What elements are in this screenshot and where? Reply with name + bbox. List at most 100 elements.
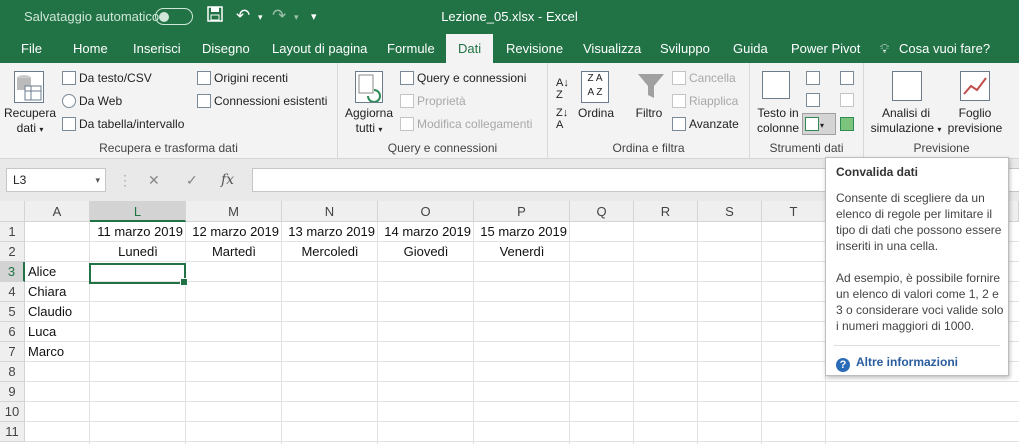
tooltip-paragraph-1: Consente di scegliere da un elenco di re… bbox=[836, 191, 1002, 253]
column-header-n[interactable]: N bbox=[282, 201, 378, 222]
row-header-9[interactable]: 9 bbox=[0, 382, 25, 402]
cell-n1[interactable]: 13 marzo 2019 bbox=[282, 222, 375, 242]
tab-help[interactable]: Guida bbox=[733, 34, 768, 63]
from-table-button[interactable]: Da tabella/intervallo bbox=[62, 117, 184, 131]
row-header-10[interactable]: 10 bbox=[0, 402, 25, 422]
cell-o2[interactable]: Giovedì bbox=[378, 242, 474, 262]
tab-insert[interactable]: Inserisci bbox=[133, 34, 181, 63]
column-header-t[interactable]: T bbox=[762, 201, 826, 222]
from-text-label: Da testo/CSV bbox=[79, 71, 152, 85]
filter-button[interactable]: Filtro bbox=[628, 106, 670, 121]
cell-o1[interactable]: 14 marzo 2019 bbox=[378, 222, 471, 242]
group-label-get-transform: Recupera e trasforma dati bbox=[99, 141, 238, 155]
group-forecast: Analisi di simulazione ▾ Foglio previsio… bbox=[864, 63, 1019, 159]
tab-power-pivot[interactable]: Power Pivot bbox=[791, 34, 860, 63]
data-model-icon[interactable] bbox=[840, 117, 857, 131]
cell-p1[interactable]: 15 marzo 2019 bbox=[474, 222, 567, 242]
tab-draw[interactable]: Disegno bbox=[202, 34, 250, 63]
reapply-icon bbox=[672, 94, 686, 108]
active-cell-l3[interactable] bbox=[89, 263, 188, 286]
tab-review[interactable]: Revisione bbox=[506, 34, 563, 63]
sort-az-icon[interactable]: A↓ Z bbox=[556, 77, 569, 101]
from-web-button[interactable]: Da Web bbox=[62, 94, 122, 108]
name-box-dropdown-icon[interactable]: ▾ bbox=[95, 169, 100, 191]
cell-a4[interactable]: Chiara bbox=[28, 282, 66, 302]
tab-page-layout[interactable]: Layout di pagina bbox=[272, 34, 367, 63]
forecast-sheet-button[interactable]: Foglio previsione bbox=[946, 106, 1004, 136]
enter-icon[interactable]: ✓ bbox=[186, 168, 198, 192]
table-icon bbox=[62, 117, 76, 131]
flash-fill-icon[interactable] bbox=[806, 71, 823, 85]
gridline bbox=[697, 222, 698, 444]
row-header-6[interactable]: 6 bbox=[0, 322, 25, 342]
insert-function-icon[interactable]: fx bbox=[221, 168, 234, 192]
row-header-3[interactable]: 3 bbox=[0, 262, 25, 282]
gridline bbox=[761, 222, 762, 444]
properties-button[interactable]: Proprietà bbox=[400, 94, 466, 108]
cell-m2[interactable]: Martedì bbox=[186, 242, 282, 262]
column-header-s[interactable]: S bbox=[698, 201, 762, 222]
from-text-button[interactable]: Da testo/CSV bbox=[62, 71, 152, 85]
recent-sources-button[interactable]: Origini recenti bbox=[197, 71, 288, 85]
column-header-l[interactable]: L bbox=[90, 201, 186, 222]
sort-za-icon[interactable]: Z↓ A bbox=[556, 107, 568, 131]
remove-duplicates-icon[interactable] bbox=[806, 93, 823, 107]
existing-connections-button[interactable]: Connessioni esistenti bbox=[197, 94, 327, 108]
refresh-all-button[interactable]: Aggiorna tutti ▾ bbox=[340, 106, 398, 137]
row-header-7[interactable]: 7 bbox=[0, 342, 25, 362]
more-info-link[interactable]: ? Altre informazioni bbox=[836, 354, 958, 372]
tab-view[interactable]: Visualizza bbox=[583, 34, 641, 63]
tab-file[interactable]: File bbox=[21, 34, 42, 63]
forecast-label-1: Foglio bbox=[958, 106, 992, 120]
advanced-filter-button[interactable]: Avanzate bbox=[672, 117, 739, 131]
consolidate-icon[interactable] bbox=[840, 71, 857, 85]
cell-n2[interactable]: Mercoledì bbox=[282, 242, 378, 262]
row-header-1[interactable]: 1 bbox=[0, 222, 25, 242]
tooltip-separator bbox=[834, 345, 1000, 346]
cell-a6[interactable]: Luca bbox=[28, 322, 56, 342]
cell-p2[interactable]: Venerdì bbox=[474, 242, 570, 262]
data-validation-button[interactable]: ▾ bbox=[802, 113, 836, 135]
cell-m1[interactable]: 12 marzo 2019 bbox=[186, 222, 279, 242]
what-if-analysis-button[interactable]: Analisi di simulazione ▾ bbox=[866, 106, 946, 137]
cancel-icon[interactable]: ✕ bbox=[148, 168, 160, 192]
more-icon: ⋮ bbox=[118, 172, 132, 188]
cell-a5[interactable]: Claudio bbox=[28, 302, 72, 322]
tab-formulas[interactable]: Formule bbox=[387, 34, 435, 63]
advanced-filter-icon bbox=[672, 117, 686, 131]
cell-l2[interactable]: Lunedì bbox=[90, 242, 186, 262]
tab-data[interactable]: Dati bbox=[446, 34, 494, 63]
row-header-5[interactable]: 5 bbox=[0, 302, 25, 322]
row-header-4[interactable]: 4 bbox=[0, 282, 25, 302]
select-all-corner[interactable] bbox=[0, 201, 25, 222]
group-sort-filter: A↓ Z Z↓ A Z AA Z Ordina Filtro Cancella Ri… bbox=[548, 63, 750, 159]
relationships-icon[interactable] bbox=[840, 93, 857, 107]
reapply-button[interactable]: Riapplica bbox=[672, 94, 738, 108]
row-header-11[interactable]: 11 bbox=[0, 422, 25, 442]
queries-connections-button[interactable]: Query e connessioni bbox=[400, 71, 526, 85]
column-header-a[interactable]: A bbox=[25, 201, 90, 222]
column-header-p[interactable]: P bbox=[474, 201, 570, 222]
get-data-button[interactable]: Recupera dati ▾ bbox=[2, 106, 58, 137]
sort-button[interactable]: Ordina bbox=[575, 106, 617, 121]
column-header-o[interactable]: O bbox=[378, 201, 474, 222]
column-header-r[interactable]: R bbox=[634, 201, 698, 222]
edit-links-button[interactable]: Modifica collegamenti bbox=[400, 117, 532, 131]
name-box[interactable]: L3 ▾ bbox=[6, 168, 106, 192]
cell-a3[interactable]: Alice bbox=[28, 262, 56, 282]
tab-developer[interactable]: Sviluppo bbox=[660, 34, 710, 63]
data-validation-tooltip: Convalida dati Consente di scegliere da … bbox=[825, 157, 1009, 376]
row-header-8[interactable]: 8 bbox=[0, 362, 25, 382]
cell-l1[interactable]: 11 marzo 2019 bbox=[90, 222, 183, 242]
filter-icon bbox=[636, 71, 666, 104]
from-web-label: Da Web bbox=[79, 94, 123, 108]
tab-home[interactable]: Home bbox=[73, 34, 108, 63]
column-header-q[interactable]: Q bbox=[570, 201, 634, 222]
cell-a7[interactable]: Marco bbox=[28, 342, 64, 362]
clear-filter-button[interactable]: Cancella bbox=[672, 71, 736, 85]
group-queries: Aggiorna tutti ▾ Query e connessioni Pro… bbox=[338, 63, 548, 159]
row-header-2[interactable]: 2 bbox=[0, 242, 25, 262]
column-header-m[interactable]: M bbox=[186, 201, 282, 222]
tell-me-search[interactable]: Cosa vuoi fare? bbox=[899, 34, 990, 63]
text-to-columns-button[interactable]: Testo in colonne bbox=[752, 106, 804, 136]
